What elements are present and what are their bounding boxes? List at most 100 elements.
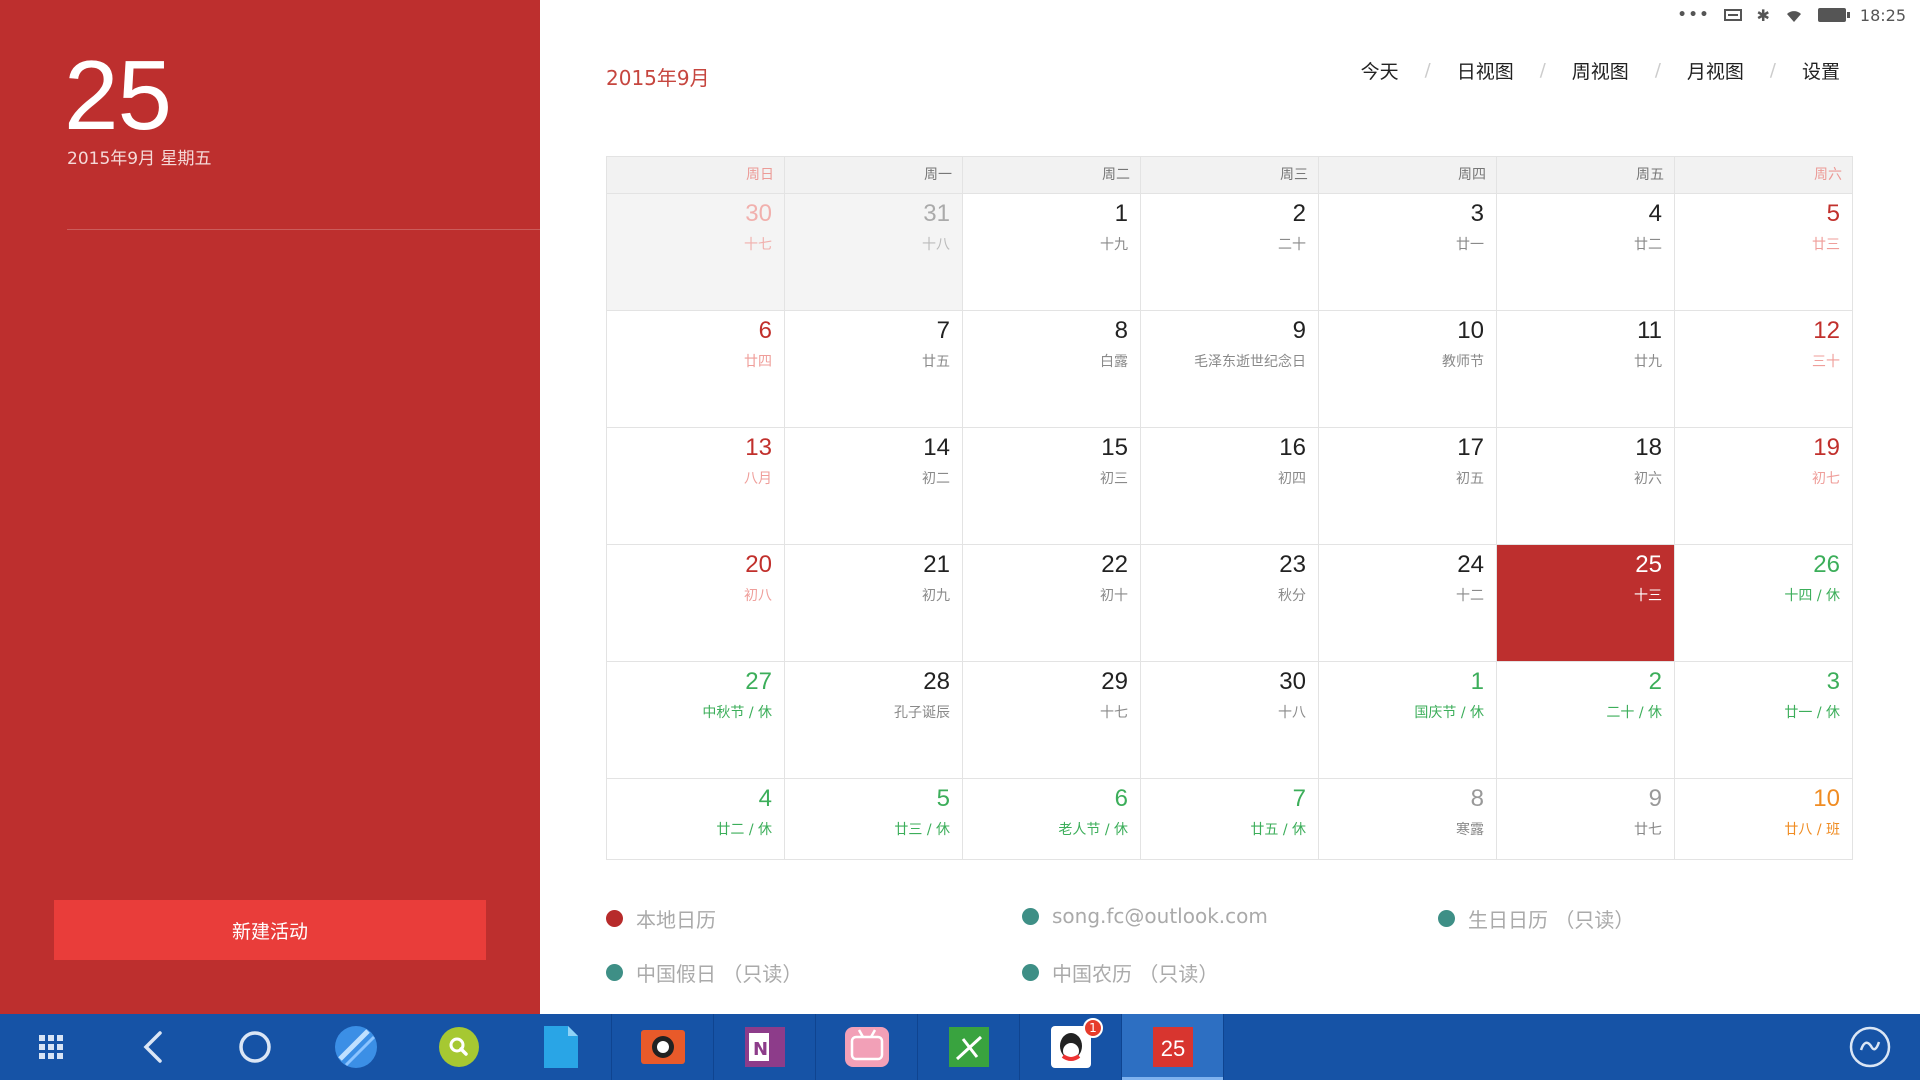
legend-lunar-calendar[interactable]: 中国农历 （只读）: [1022, 958, 1218, 987]
weekday-header-mon: 周一: [785, 157, 963, 194]
month-view-button[interactable]: 月视图: [1675, 57, 1756, 84]
day-cell[interactable]: 29 十七: [963, 662, 1141, 779]
day-cell[interactable]: 30 十七: [607, 194, 785, 311]
sidebar-divider: [67, 229, 540, 230]
day-cell-today[interactable]: 25 十三: [1497, 545, 1675, 662]
onenote-app-button[interactable]: N: [714, 1014, 816, 1080]
back-button[interactable]: [128, 1014, 178, 1080]
day-cell[interactable]: 8 寒露: [1319, 779, 1497, 860]
new-event-button[interactable]: 新建活动: [54, 900, 486, 960]
legend-local-calendar[interactable]: 本地日历: [606, 904, 716, 933]
day-subtitle: 廿三 / 休: [894, 822, 950, 838]
day-cell[interactable]: 10 教师节: [1319, 311, 1497, 428]
weekday-header-tue: 周二: [963, 157, 1141, 194]
day-cell[interactable]: 4 廿二 / 休: [607, 779, 785, 860]
camera-app-button[interactable]: [612, 1014, 714, 1080]
day-cell[interactable]: 26 十四 / 休: [1675, 545, 1853, 662]
bilibili-app-button[interactable]: [816, 1014, 918, 1080]
day-subtitle: 老人节 / 休: [1058, 822, 1128, 838]
day-subtitle: 初三: [1100, 471, 1128, 487]
day-number: 9: [1292, 317, 1306, 344]
day-cell[interactable]: 2 二十 / 休: [1497, 662, 1675, 779]
day-cell[interactable]: 9 廿七: [1497, 779, 1675, 860]
search-app-button[interactable]: [434, 1014, 484, 1080]
day-subtitle: 毛泽东逝世纪念日: [1194, 354, 1306, 370]
legend-china-holiday[interactable]: 中国假日 （只读）: [606, 958, 802, 987]
weeks-container: 30 十七 31 十八 1 十九 2 二十 3 廿一 4 廿二 5 廿三 6 廿四 7 廿五 8 白露 9 毛泽东逝世纪念…: [607, 194, 1853, 860]
day-cell[interactable]: 10 廿八 / 班: [1675, 779, 1853, 860]
day-subtitle: 初十: [1100, 588, 1128, 604]
app-grid-button[interactable]: [26, 1014, 76, 1080]
day-subtitle: 十三: [1634, 588, 1662, 604]
day-cell[interactable]: 31 十八: [785, 194, 963, 311]
day-number: 1: [1470, 668, 1484, 695]
day-subtitle: 初九: [922, 588, 950, 604]
day-number: 16: [1279, 434, 1306, 461]
day-cell[interactable]: 3 廿一: [1319, 194, 1497, 311]
day-cell[interactable]: 6 廿四: [607, 311, 785, 428]
day-number: 3: [1826, 668, 1840, 695]
legend-color-dot: [606, 910, 623, 927]
day-cell[interactable]: 30 十八: [1141, 662, 1319, 779]
day-cell[interactable]: 6 老人节 / 休: [963, 779, 1141, 860]
day-subtitle: 廿四: [744, 354, 772, 370]
day-cell[interactable]: 1 十九: [963, 194, 1141, 311]
day-cell[interactable]: 12 三十: [1675, 311, 1853, 428]
qq-app-button[interactable]: 1: [1020, 1014, 1122, 1080]
calendar-app-button[interactable]: 25: [1122, 1014, 1224, 1080]
day-subtitle: 十九: [1100, 237, 1128, 253]
music-app-button[interactable]: [918, 1014, 1020, 1080]
status-bar: ••• ✱ 18:25: [1678, 0, 1906, 30]
home-button[interactable]: [230, 1014, 280, 1080]
day-cell[interactable]: 17 初五: [1319, 428, 1497, 545]
legend-color-dot: [1438, 910, 1455, 927]
today-button[interactable]: 今天: [1349, 57, 1411, 84]
day-cell[interactable]: 22 初十: [963, 545, 1141, 662]
weekday-header-thu: 周四: [1319, 157, 1497, 194]
week-row: 6 廿四 7 廿五 8 白露 9 毛泽东逝世纪念日 10 教师节 11 廿九 12 三十: [607, 311, 1853, 428]
day-cell[interactable]: 16 初四: [1141, 428, 1319, 545]
day-cell[interactable]: 11 廿九: [1497, 311, 1675, 428]
files-app-button[interactable]: [510, 1014, 612, 1080]
browser-button[interactable]: [330, 1014, 382, 1080]
day-cell[interactable]: 9 毛泽东逝世纪念日: [1141, 311, 1319, 428]
day-cell[interactable]: 15 初三: [963, 428, 1141, 545]
day-number: 30: [745, 200, 772, 227]
day-subtitle: 八月: [744, 471, 772, 487]
day-cell[interactable]: 27 中秋节 / 休: [607, 662, 785, 779]
weekday-header-sat: 周六: [1675, 157, 1853, 194]
day-cell[interactable]: 5 廿三 / 休: [785, 779, 963, 860]
day-number: 25: [1635, 551, 1662, 578]
day-cell[interactable]: 23 秋分: [1141, 545, 1319, 662]
day-cell[interactable]: 3 廿一 / 休: [1675, 662, 1853, 779]
legend-outlook-calendar[interactable]: song.fc@outlook.com: [1022, 904, 1268, 928]
day-cell[interactable]: 18 初六: [1497, 428, 1675, 545]
day-cell[interactable]: 28 孔子诞辰: [785, 662, 963, 779]
legend-label: 生日日历 （只读）: [1468, 908, 1635, 932]
day-cell[interactable]: 7 廿五 / 休: [1141, 779, 1319, 860]
day-number: 9: [1648, 785, 1662, 812]
day-cell[interactable]: 21 初九: [785, 545, 963, 662]
day-cell[interactable]: 19 初七: [1675, 428, 1853, 545]
day-view-button[interactable]: 日视图: [1445, 57, 1526, 84]
app-grid-icon: [39, 1035, 63, 1059]
day-number: 24: [1457, 551, 1484, 578]
weekday-header-row: 周日 周一 周二 周三 周四 周五 周六: [607, 157, 1853, 194]
day-cell[interactable]: 2 二十: [1141, 194, 1319, 311]
day-cell[interactable]: 20 初八: [607, 545, 785, 662]
day-cell[interactable]: 24 十二: [1319, 545, 1497, 662]
day-cell[interactable]: 14 初二: [785, 428, 963, 545]
week-view-button[interactable]: 周视图: [1560, 57, 1641, 84]
camera-app-icon: [640, 1030, 685, 1064]
day-cell[interactable]: 8 白露: [963, 311, 1141, 428]
day-cell[interactable]: 4 廿二: [1497, 194, 1675, 311]
weekday-header-wed: 周三: [1141, 157, 1319, 194]
assistant-button[interactable]: [1842, 1014, 1898, 1080]
day-number: 7: [936, 317, 950, 344]
day-cell[interactable]: 5 廿三: [1675, 194, 1853, 311]
day-cell[interactable]: 1 国庆节 / 休: [1319, 662, 1497, 779]
legend-birthday-calendar[interactable]: 生日日历 （只读）: [1438, 904, 1634, 933]
day-cell[interactable]: 7 廿五: [785, 311, 963, 428]
settings-button[interactable]: 设置: [1790, 57, 1852, 84]
day-cell[interactable]: 13 八月: [607, 428, 785, 545]
